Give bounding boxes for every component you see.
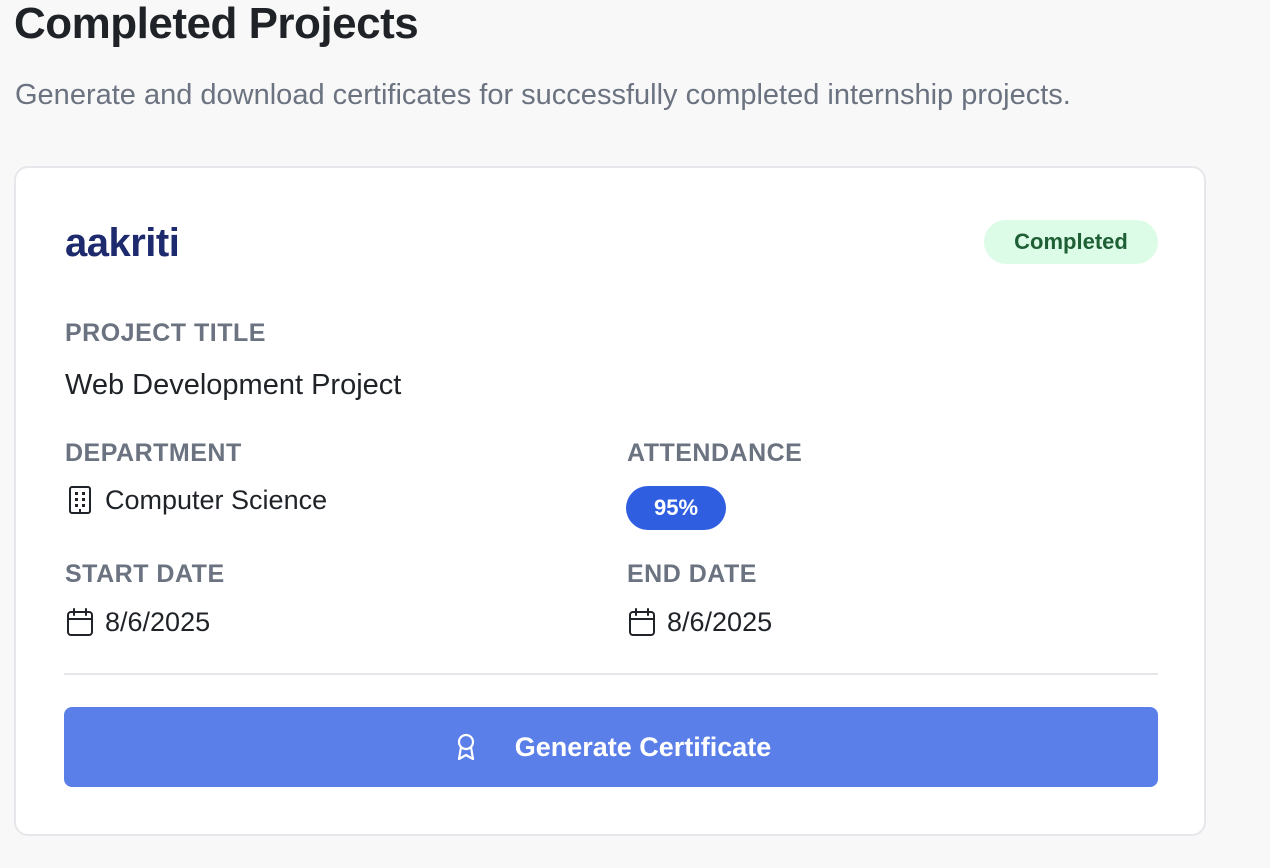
intern-name: aakriti: [65, 221, 180, 265]
attendance-badge: 95%: [626, 486, 726, 530]
generate-certificate-label: Generate Certificate: [514, 731, 772, 762]
project-card: aakriti Completed PROJECT TITLE Web Deve…: [14, 166, 1206, 836]
end-date-value: 8/6/2025: [627, 606, 772, 638]
generate-certificate-button[interactable]: Generate Certificate: [64, 707, 1158, 787]
status-badge: Completed: [984, 220, 1158, 264]
start-date-label: START DATE: [65, 560, 225, 588]
calendar-icon: [627, 607, 657, 637]
building-icon: [65, 485, 95, 515]
department-label: DEPARTMENT: [65, 439, 242, 467]
department-value: Computer Science: [65, 484, 327, 516]
start-date-text: 8/6/2025: [105, 607, 211, 637]
attendance-label: ATTENDANCE: [627, 439, 803, 467]
project-title-label: PROJECT TITLE: [65, 319, 266, 347]
department-text: Computer Science: [105, 485, 328, 515]
award-ribbon-icon: [451, 732, 481, 762]
calendar-icon: [65, 607, 95, 637]
project-title-value: Web Development Project: [65, 369, 402, 401]
end-date-label: END DATE: [627, 560, 757, 588]
start-date-value: 8/6/2025: [65, 606, 210, 638]
page-subtitle: Generate and download certificates for s…: [15, 79, 1071, 111]
card-divider: [64, 673, 1158, 675]
end-date-text: 8/6/2025: [667, 607, 773, 637]
page-title: Completed Projects: [14, 0, 419, 48]
